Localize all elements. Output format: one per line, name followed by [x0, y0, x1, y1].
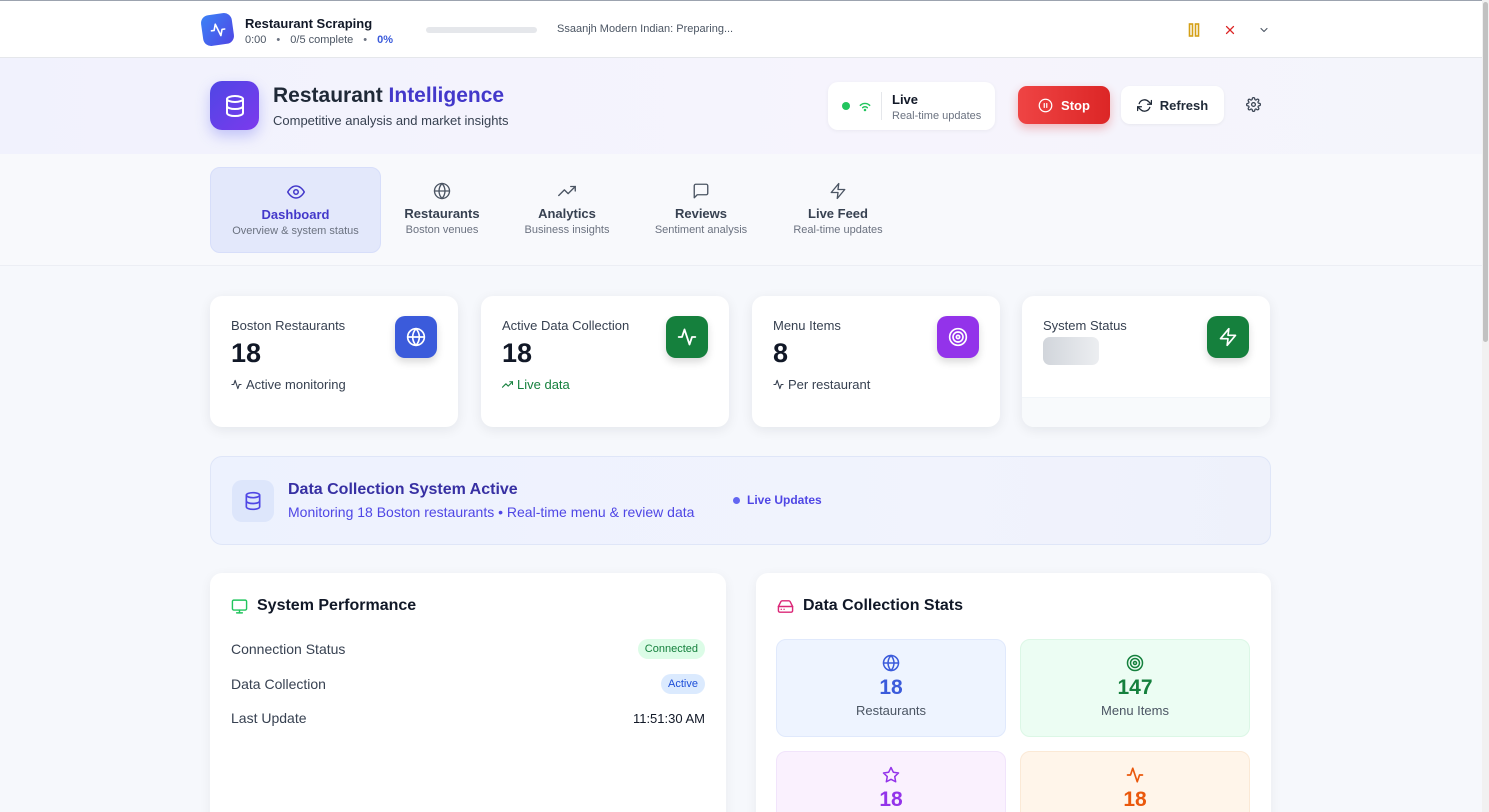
- monitor-icon: [231, 598, 248, 614]
- activity-icon: [199, 11, 236, 48]
- scraping-title: Restaurant Scraping: [245, 16, 373, 31]
- stat-tile-menu-items: 147 Menu Items: [1020, 639, 1250, 737]
- perf-row-connection: Connection Status Connected: [231, 639, 705, 659]
- progress-track: [426, 27, 537, 33]
- tab-analytics[interactable]: Analytics Business insights: [510, 167, 624, 253]
- pause-circle-icon: [1038, 98, 1053, 112]
- elapsed-time: 0:00: [245, 34, 267, 46]
- main-tabs: Dashboard Overview & system status Resta…: [0, 154, 1482, 266]
- loading-skeleton: [1043, 337, 1099, 365]
- tab-dashboard[interactable]: Dashboard Overview & system status: [210, 167, 381, 253]
- perf-row-last-update: Last Update 11:51:30 AM: [231, 710, 705, 726]
- target-icon: [937, 316, 979, 358]
- live-label: Live: [892, 92, 919, 107]
- page-title: Restaurant Intelligence: [273, 84, 505, 107]
- panel-title: System Performance: [231, 597, 416, 615]
- tab-restaurants[interactable]: Restaurants Boston venues: [390, 167, 494, 253]
- refresh-icon: [1136, 98, 1152, 112]
- database-icon: [210, 81, 259, 130]
- zap-icon: [1207, 316, 1249, 358]
- tab-live-feed[interactable]: Live Feed Real-time updates: [778, 167, 898, 253]
- stat-card-active-data-collection: Active Data Collection 18 Live data: [481, 296, 729, 427]
- pause-icon[interactable]: [1185, 21, 1203, 39]
- globe-icon: [882, 654, 900, 672]
- banner-title: Data Collection System Active: [288, 481, 518, 498]
- activity-icon: [1126, 766, 1144, 784]
- stat-tile-reviews: 18: [776, 751, 1006, 812]
- eye-icon: [286, 183, 305, 201]
- status-badge: Connected: [637, 639, 705, 659]
- stat-card-menu-items: Menu Items 8 Per restaurant: [752, 296, 1000, 427]
- wifi-icon: [857, 97, 873, 113]
- chevron-down-icon[interactable]: [1255, 21, 1273, 39]
- trending-up-icon: [502, 381, 513, 388]
- activity-icon: [666, 316, 708, 358]
- perf-row-data-collection: Data Collection Active: [231, 674, 705, 694]
- page-subtitle: Competitive analysis and market insights: [273, 113, 509, 128]
- live-status-dot: [842, 102, 850, 110]
- scraping-status: Ssaanjh Modern Indian: Preparing...: [557, 23, 734, 35]
- stat-card-boston-restaurants: Boston Restaurants 18 Active monitoring: [210, 296, 458, 427]
- zap-icon: [829, 182, 847, 200]
- activity-icon: [231, 379, 242, 390]
- globe-icon: [433, 182, 451, 200]
- star-icon: [882, 766, 900, 784]
- trending-up-icon: [558, 182, 576, 200]
- complete-count: 0/5 complete: [290, 34, 354, 46]
- stop-button[interactable]: Stop: [1018, 86, 1110, 124]
- panel-title: Data Collection Stats: [777, 597, 963, 615]
- tab-reviews[interactable]: Reviews Sentiment analysis: [642, 167, 760, 253]
- percent-complete: 0%: [377, 34, 394, 46]
- live-sublabel: Real-time updates: [892, 110, 982, 122]
- hard-drive-icon: [777, 599, 794, 613]
- stat-tile-restaurants: 18 Restaurants: [776, 639, 1006, 737]
- data-collection-stats-panel: Data Collection Stats 18 Restaurants 147…: [756, 573, 1271, 812]
- scrollbar-thumb[interactable]: [1483, 2, 1488, 342]
- target-icon: [1126, 654, 1144, 672]
- banner-subtitle: Monitoring 18 Boston restaurants • Real-…: [288, 504, 695, 520]
- stat-card-system-status: System Status: [1022, 296, 1270, 427]
- refresh-button[interactable]: Refresh: [1121, 86, 1224, 124]
- live-indicator: Live Real-time updates: [828, 82, 995, 130]
- status-badge: Active: [661, 674, 705, 694]
- live-dot: [733, 496, 740, 504]
- activity-icon: [773, 379, 784, 390]
- message-square-icon: [692, 182, 710, 200]
- settings-gear-icon[interactable]: [1238, 89, 1268, 119]
- last-update-time: 11:51:30 AM: [632, 710, 705, 726]
- live-updates-badge: Live Updates: [733, 493, 822, 507]
- scraping-progress-bar: Restaurant Scraping 0:00 • 0/5 complete …: [0, 0, 1482, 58]
- app-header: Restaurant Intelligence Competitive anal…: [0, 58, 1482, 154]
- database-icon: [232, 480, 274, 522]
- scraping-meta: 0:00 • 0/5 complete • 0%: [245, 34, 394, 46]
- stat-tile-activity: 18: [1020, 751, 1250, 812]
- scrollbar[interactable]: [1482, 0, 1489, 812]
- system-active-banner: Data Collection System Active Monitoring…: [210, 456, 1271, 545]
- close-icon[interactable]: [1221, 21, 1239, 39]
- globe-icon: [395, 316, 437, 358]
- system-performance-panel: System Performance Connection Status Con…: [210, 573, 726, 812]
